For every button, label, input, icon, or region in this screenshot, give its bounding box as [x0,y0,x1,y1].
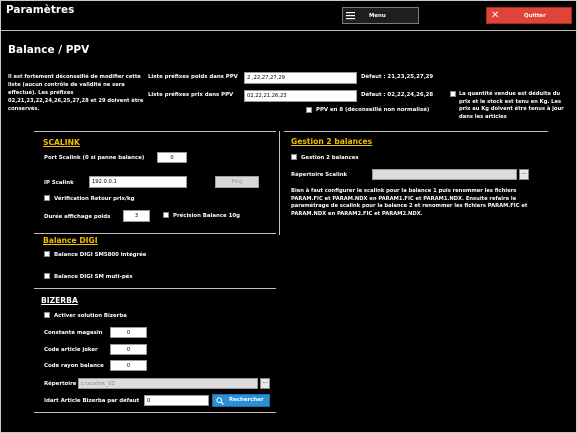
precision-10g-label: Précision Balance 10g [173,213,240,219]
bizerba-start-label: Idart Article Bizerba par défaut [44,398,140,404]
window-title: Paramètres [6,4,75,16]
bizerba-bottom-divider [34,412,276,413]
gestion2-dir-label: Répertoire Scalink [291,172,348,178]
bizerba-activate-label: Activer solution Bizerba [54,313,127,319]
verif-return-label: Vérification Retour prix/kg [54,196,135,202]
bizerba-joker-label: Code article joker [44,347,98,353]
bizerba-dir-label: Répertoire [44,381,77,387]
weight-prefix-label: Liste préfixes poids dans PPV [148,74,238,80]
gestion2-checkbox-label: Gestion 2 balances [301,155,359,161]
bizerba-dir-input[interactable]: c:\scalink_VZ [78,378,258,389]
gestion2-note: Bien à faut configurer le scalink pour l… [291,188,528,217]
digi-bottom-divider [34,288,276,289]
bizerba-start-input[interactable]: 0 [144,395,209,406]
weight-prefix-default: Défaut : 21,23,25,27,29 [361,74,434,80]
bizerba-section-title: BIZERBA [41,296,78,305]
prefix-warning-text: Il est fortement déconseillé de modifier… [8,74,144,112]
search-icon [216,397,224,405]
scalink-section-title: SCALINK [43,138,80,147]
precision-10g-checkbox[interactable] [163,212,169,218]
duree-affichage-input[interactable]: 3 [123,210,150,222]
price-prefix-label: Liste préfixes prix dans PPV [148,92,234,98]
duree-affichage-label: Durée affichage poids [44,214,111,220]
ping-button[interactable]: Ping [215,176,259,188]
bizerba-rayon-input[interactable]: 0 [110,360,147,371]
digi-sm300-label: Balance DIGI SM muti-pés [54,274,133,280]
digi-section-title: Balance DIGI [43,236,98,245]
ppv-ean8-label: PPV en 8 (déconseillé non normalisé) [316,107,430,113]
page-title: Balance / PPV [8,44,90,56]
scalink-port-label: Port Scalink (0 si panne balance) [44,155,145,161]
quit-button[interactable]: ✕ Quitter [486,7,572,24]
scalink-port-input[interactable]: 0 [157,152,187,163]
bizerba-joker-input[interactable]: 0 [110,344,147,355]
verif-return-checkbox[interactable] [44,195,50,201]
digi-sm300-checkbox[interactable] [44,273,50,279]
ppv-ean8-checkbox[interactable] [306,107,312,113]
scalink-bottom-divider [34,233,276,234]
menu-button-label: Menu [369,13,386,19]
bizerba-rayon-label: Code rayon balance [44,363,104,369]
bizerba-activate-checkbox[interactable] [44,312,50,318]
toolbar-divider [1,30,576,31]
gestion2-browse-button[interactable]: ... [519,169,529,180]
qty-weight-note: La quantité vendue est déduite du prix e… [459,91,564,120]
hamburger-icon [346,12,355,20]
gestion2-section-title: Gestion 2 balances [291,137,373,146]
weight-prefix-input[interactable]: 2 ,22,27,27,29 [244,72,357,84]
bizerba-search-label: Rechercher [229,397,264,403]
price-prefix-default: Défaut : 02,22,24,26,28 [361,92,434,98]
qty-weight-checkbox[interactable] [450,91,456,97]
column-divider [279,131,280,235]
bizerba-search-button[interactable]: Rechercher [212,394,270,407]
scalink-ip-input[interactable]: 192.0.0.1 [89,176,187,188]
bizerba-magasin-input[interactable]: 0 [110,327,147,338]
quit-button-label: Quitter [524,13,546,19]
gestion-top-divider [284,131,548,132]
scalink-ip-label: IP Scalink [44,180,74,186]
gestion2-checkbox[interactable] [291,154,297,160]
digi-sm5800-checkbox[interactable] [44,251,50,257]
scalink-top-divider [34,131,276,132]
menu-button[interactable]: Menu [342,7,419,24]
bizerba-magasin-label: Constante magasin [44,330,103,336]
close-icon: ✕ [491,10,500,21]
gestion2-dir-input[interactable] [372,169,517,180]
bizerba-browse-button[interactable]: ... [260,378,270,389]
digi-sm5800-label: Balance DIGI SM5800 intégrée [54,252,147,258]
price-prefix-input[interactable]: 02,22,21,26,23 [244,90,357,102]
